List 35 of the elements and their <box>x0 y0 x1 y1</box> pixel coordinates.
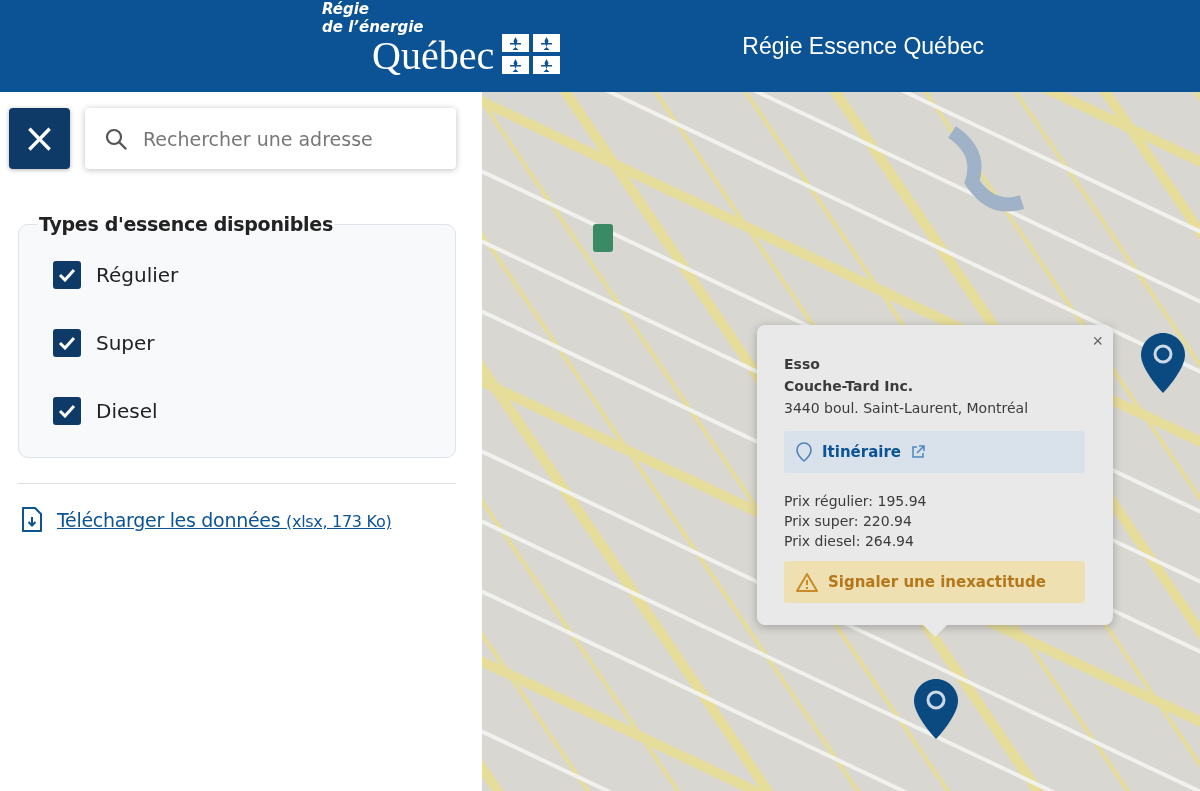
station-address: 3440 boul. Saint-Laurent, Montréal <box>784 399 1030 418</box>
flag-icon <box>502 34 561 74</box>
price-text: Prix diesel: 264.94 <box>784 533 915 549</box>
search-input[interactable]: Rechercher une adresse <box>141 126 444 151</box>
location-pin-icon[interactable] <box>913 678 959 740</box>
warning-icon <box>796 572 818 592</box>
checkbox[interactable] <box>53 261 81 289</box>
check-icon <box>58 336 76 350</box>
external-link-icon <box>911 445 925 459</box>
download-link[interactable]: Télécharger les données (xlsx, 173 Ko) <box>57 508 392 531</box>
check-icon <box>58 404 76 418</box>
location-pin-icon <box>796 442 812 462</box>
download-file-icon <box>21 506 43 533</box>
checkbox-label: Super <box>96 331 155 355</box>
location-pin-icon[interactable] <box>1140 332 1186 394</box>
directions-button[interactable]: Itinéraire <box>784 431 1085 473</box>
checkbox[interactable] <box>53 397 81 425</box>
check-icon <box>58 268 76 282</box>
station-brand: Esso <box>784 355 821 374</box>
popup-close-button[interactable]: × <box>1092 331 1103 352</box>
checkbox-label: Diesel <box>96 399 158 423</box>
search-icon <box>105 127 127 150</box>
search-bar[interactable]: Rechercher une adresse <box>85 108 456 169</box>
map-marker-icon <box>592 223 614 253</box>
checkbox-label: Régulier <box>96 263 179 287</box>
logo-text: de l’énergie <box>322 18 424 36</box>
close-button[interactable]: × <box>9 108 70 169</box>
station-company: Couche-Tard Inc. <box>784 377 915 396</box>
checkbox[interactable] <box>53 329 81 357</box>
filter-legend: Types d'essence disponibles <box>37 213 335 235</box>
app-title: Régie Essence Québec <box>742 32 984 60</box>
price-text: Prix super: 220.94 <box>784 513 913 529</box>
logo-text: Québec <box>372 36 495 76</box>
logo-text: Régie <box>322 0 370 18</box>
price-text: Prix régulier: 195.94 <box>784 493 928 509</box>
